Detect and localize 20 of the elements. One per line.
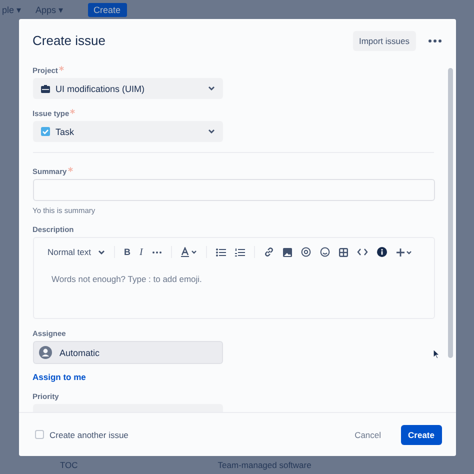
assignee-value: Automatic [60, 348, 101, 358]
assignee-select[interactable]: Automatic [32, 341, 222, 364]
create-button[interactable]: Create [401, 424, 442, 444]
editor-placeholder: Words not enough? Type : to add emoji. [52, 274, 203, 284]
table-cell: TOC [60, 460, 78, 470]
cancel-button[interactable]: Cancel [348, 428, 388, 440]
select-value: UI modifications (UIM) [56, 84, 146, 94]
italic-button[interactable]: I [139, 246, 143, 258]
select-field[interactable]: UI modifications (UIM) [32, 78, 222, 99]
assign-to-me-link[interactable]: Assign to me [32, 372, 86, 382]
select-field[interactable]: Task [32, 121, 222, 142]
import-issues-button[interactable]: Import issues [352, 30, 416, 50]
select-value: Task [56, 126, 76, 136]
dialog-title: Create issue [32, 33, 106, 48]
bold-button[interactable]: B [124, 247, 130, 257]
description-editor[interactable]: Normal text B I Words not enough? Type : to add emoji. [32, 237, 434, 319]
create-button[interactable]: Create [88, 2, 127, 16]
checkbox-label: Create another issue [50, 430, 128, 440]
text-style-dropdown[interactable]: Normal text [48, 247, 105, 257]
table-cell: Team-managed software [218, 460, 312, 470]
